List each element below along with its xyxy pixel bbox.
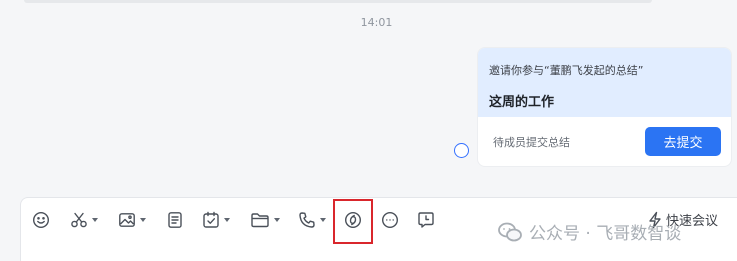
wechat-icon: [498, 222, 522, 241]
watermark-text: 公众号 · 飞哥数智谈: [529, 224, 682, 244]
read-status-icon: [454, 143, 469, 158]
card-invite-text: 邀请你参与“董鹏飞发起的总结”: [489, 64, 644, 77]
summary-invite-card[interactable]: 邀请你参与“董鹏飞发起的总结” 这周的工作 待成员提交总结 去提交: [478, 48, 731, 166]
folder-icon: [251, 213, 269, 228]
emoji-icon: [32, 211, 50, 229]
more-button[interactable]: [381, 207, 399, 233]
document-button[interactable]: [166, 207, 184, 233]
scissors-icon: [71, 212, 87, 228]
card-header: 邀请你参与“董鹏飞发起的总结” 这周的工作: [478, 48, 731, 117]
chevron-down-icon[interactable]: [140, 218, 146, 222]
schedule-button[interactable]: [417, 207, 435, 233]
chevron-down-icon[interactable]: [320, 218, 326, 222]
screenshot-button[interactable]: [70, 207, 98, 233]
task-button[interactable]: [202, 207, 230, 233]
emoji-button[interactable]: [32, 207, 50, 233]
previous-message-edge: [24, 0, 652, 3]
more-icon: [381, 211, 399, 229]
document-icon: [168, 212, 182, 228]
image-icon: [119, 213, 135, 227]
card-title: 这周的工作: [489, 95, 555, 110]
chevron-down-icon[interactable]: [224, 218, 230, 222]
card-footer: 待成员提交总结 去提交: [478, 117, 731, 166]
call-button[interactable]: [298, 207, 326, 233]
message-timestamp: 14:01: [360, 16, 393, 29]
schedule-icon: [418, 212, 434, 228]
chevron-down-icon[interactable]: [92, 218, 98, 222]
image-button[interactable]: [118, 207, 146, 233]
chevron-down-icon[interactable]: [274, 218, 280, 222]
task-check-icon: [203, 211, 219, 228]
submit-summary-button[interactable]: 去提交: [645, 127, 721, 156]
watermark: 公众号 · 飞哥数智谈: [497, 219, 681, 244]
card-pending-text: 待成员提交总结: [493, 135, 570, 149]
phone-icon: [299, 212, 315, 228]
folder-button[interactable]: [250, 207, 280, 233]
highlight-box: [333, 199, 373, 244]
